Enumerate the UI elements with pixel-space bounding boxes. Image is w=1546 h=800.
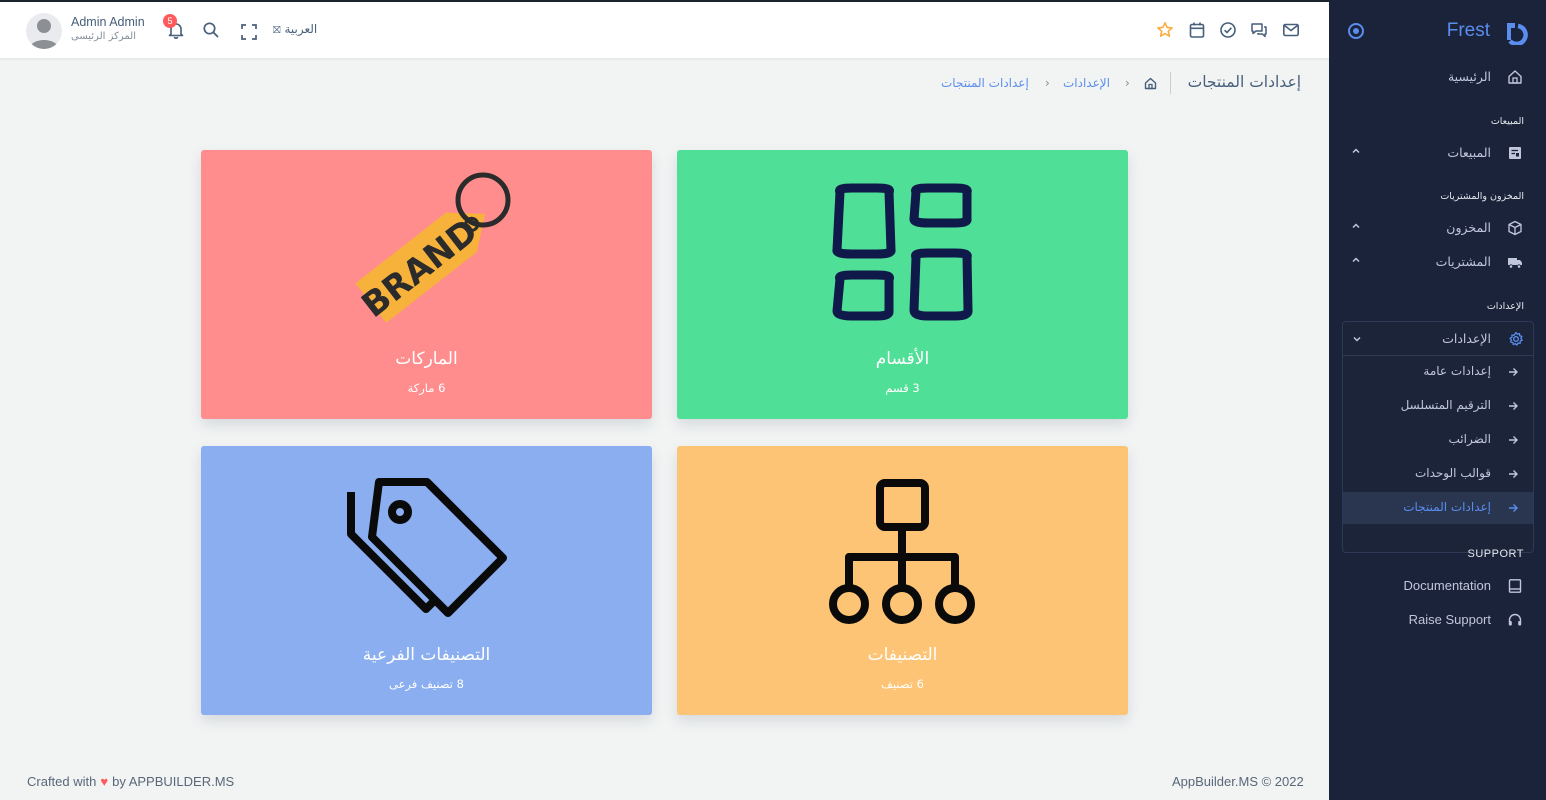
card-title: التصنيفات الفرعية (362, 645, 491, 665)
arrow-right-icon (1509, 436, 1518, 444)
footer-copyright: AppBuilder.MS © 2022 (1172, 774, 1304, 789)
sidebar-item-inventory[interactable]: المخزون (1329, 212, 1546, 244)
sidebar-item-label: المخزون (1446, 220, 1491, 235)
sidebar-item-label: الإعدادات (1442, 331, 1491, 346)
breadcrumb-settings-link[interactable]: الإعدادات (1063, 76, 1110, 90)
brand[interactable]: Frest (1329, 16, 1546, 48)
submenu-item-label: إعدادات عامة (1423, 364, 1491, 378)
card-count: 6 ماركة (407, 381, 446, 395)
home-icon[interactable] (1143, 76, 1158, 91)
sidebar-item-sales[interactable]: المبيعات (1329, 137, 1546, 169)
categories-card[interactable]: التصنيفات 6 تصنيف (677, 446, 1128, 715)
sidebar-item-label: Documentation (1403, 578, 1491, 593)
submenu-item-serial-numbering[interactable]: الترقيم المتسلسل (1343, 390, 1533, 422)
top-navbar: Admin Admin المركز الرئيسى 5 العربية ⛝ (0, 2, 1329, 58)
submenu-item-unit-templates[interactable]: قوالب الوحدات (1343, 458, 1533, 490)
sidebar-toggle-icon[interactable] (1348, 23, 1364, 39)
heart-icon: ♥ (100, 774, 109, 789)
submenu-item-general-settings[interactable]: إعدادات عامة (1343, 356, 1533, 388)
chat-icon[interactable] (1250, 21, 1268, 39)
section-header-sales: المبيعات (1490, 116, 1524, 127)
brands-card[interactable]: BRAND الماركات 6 ماركة (201, 150, 652, 419)
avatar[interactable] (26, 13, 62, 49)
submenu-item-label: الضرائب (1448, 432, 1491, 446)
home-icon (1508, 70, 1522, 84)
search-icon[interactable] (202, 21, 220, 39)
gear-icon (1509, 331, 1523, 346)
star-icon[interactable] (1156, 21, 1174, 39)
breadcrumb-current: إعدادات المنتجات (941, 76, 1029, 90)
settings-submenu: الإعدادات إعدادات عامة الترقيم المتسلسل … (1342, 321, 1534, 553)
language-switcher[interactable]: العربية ⛝ (273, 22, 317, 36)
sidebar-item-settings[interactable]: الإعدادات (1343, 322, 1533, 356)
card-count: 8 تصنيف فرعى (389, 677, 464, 691)
section-header-support: SUPPORT (1467, 548, 1524, 560)
book-icon (1508, 579, 1522, 593)
card-count: 3 قسم (885, 381, 920, 395)
subcategories-card[interactable]: التصنيفات الفرعية 8 تصنيف فرعى (201, 446, 652, 715)
submenu-item-label: إعدادات المنتجات (1403, 500, 1491, 514)
invoice-icon (1509, 147, 1521, 159)
mail-icon[interactable] (1282, 21, 1300, 39)
section-header-settings: الإعدادات (1486, 301, 1524, 312)
card-title: التصنيفات (867, 645, 938, 665)
page-title: إعدادات المنتجات (1187, 73, 1301, 91)
sidebar: Frest الرئيسية المبيعات المبيعات المخزون… (1329, 0, 1546, 800)
footer-credit: Crafted with ♥ by APPBUILDER.MS (27, 774, 234, 789)
chevron-up-icon (1352, 257, 1360, 263)
submenu-item-product-settings[interactable]: إعدادات المنتجات (1343, 492, 1533, 524)
sidebar-item-label: الرئيسية (1447, 69, 1491, 84)
calendar-icon[interactable] (1188, 21, 1206, 39)
submenu-item-taxes[interactable]: الضرائب (1343, 424, 1533, 456)
brand-tag-icon: BRAND (354, 172, 511, 326)
arrow-right-icon (1509, 470, 1518, 478)
chevron-up-icon (1352, 223, 1360, 229)
sidebar-item-purchases[interactable]: المشتريات (1329, 246, 1546, 278)
arrow-right-icon (1509, 402, 1518, 410)
svg-text:BRAND: BRAND (354, 211, 485, 326)
sidebar-item-label: المبيعات (1447, 145, 1491, 160)
card-title: الأقسام (875, 349, 930, 369)
sidebar-item-raise-support[interactable]: Raise Support (1329, 604, 1546, 636)
chevron-down-icon (1353, 336, 1361, 342)
footer-crafted-suffix[interactable]: by APPBUILDER.MS (112, 774, 234, 789)
sidebar-item-label: Raise Support (1408, 612, 1491, 627)
submenu-item-label: قوالب الوحدات (1414, 466, 1491, 480)
breadcrumb-chevron: › (1045, 76, 1050, 90)
card-count: 6 تصنيف (880, 677, 924, 691)
brand-name: Frest (1446, 20, 1490, 41)
section-header-inventory: المخزون والمشتريات (1440, 191, 1524, 202)
chevron-up-icon (1352, 148, 1360, 154)
footer-crafted-prefix: Crafted with (27, 774, 97, 789)
arrow-right-icon (1509, 504, 1518, 512)
language-label: العربية (284, 22, 318, 36)
fullscreen-icon[interactable] (240, 23, 258, 41)
card-title: الماركات (395, 349, 458, 369)
sidebar-item-home[interactable]: الرئيسية (1329, 61, 1546, 93)
submenu-item-label: الترقيم المتسلسل (1400, 398, 1491, 412)
arrow-right-icon (1509, 368, 1518, 376)
check-circle-icon[interactable] (1219, 21, 1237, 39)
breadcrumb-divider (1170, 72, 1171, 94)
departments-card[interactable]: الأقسام 3 قسم (677, 150, 1128, 419)
sidebar-item-documentation[interactable]: Documentation (1329, 570, 1546, 602)
truck-icon (1508, 258, 1522, 269)
hierarchy-icon (829, 479, 975, 624)
language-icon: ⛝ (273, 25, 281, 36)
user-name[interactable]: Admin Admin (71, 15, 145, 29)
tags-icon (347, 478, 507, 617)
notification-badge: 5 (163, 14, 177, 28)
sidebar-item-label: المشتريات (1435, 254, 1491, 269)
grid-icon (832, 183, 973, 321)
brand-logo-icon (1507, 23, 1528, 45)
breadcrumb-chevron: › (1125, 76, 1130, 90)
user-role: المركز الرئيسى (71, 31, 136, 42)
headset-icon (1508, 613, 1522, 626)
box-icon (1508, 220, 1522, 236)
